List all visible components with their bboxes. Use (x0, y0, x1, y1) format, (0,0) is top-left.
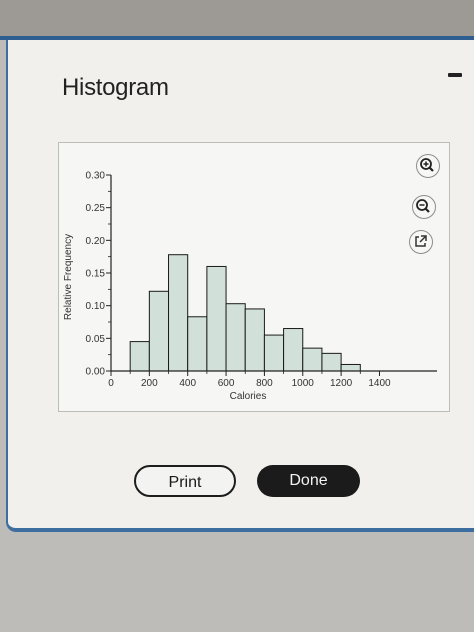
background-top (0, 0, 474, 40)
histogram-bar-9 (283, 328, 304, 372)
zoom-out-icon (416, 199, 430, 213)
histogram-bar-3 (168, 254, 189, 372)
histogram-bar-1 (129, 341, 150, 372)
zoom-out-button[interactable] (412, 195, 436, 219)
y-tick-label-4: 0.20 (86, 236, 106, 247)
x-tick-label-1: 200 (141, 378, 158, 389)
dialog-title: Histogram (62, 74, 169, 101)
histogram-bar-8 (263, 334, 285, 372)
pop-out-icon (415, 235, 427, 247)
y-tick-label-0: 0.00 (86, 367, 106, 378)
histogram-chart: 0.00 0.05 0.10 0.15 0.20 0.25 0.30 0 200 400 600 80… (63, 171, 437, 402)
y-tick-label-2: 0.10 (86, 301, 106, 312)
minimize-button[interactable] (448, 73, 462, 77)
y-axis-label: Relative Frequency (63, 234, 74, 320)
zoom-in-icon (420, 158, 434, 172)
histogram-bar-4 (187, 316, 208, 372)
plot-panel: 0.00 0.05 0.10 0.15 0.20 0.25 0.30 0 200 400 600 80… (58, 142, 450, 412)
x-tick-label-4: 800 (256, 378, 273, 389)
zoom-in-button[interactable] (416, 154, 440, 178)
histogram-bar-12 (340, 363, 361, 372)
histogram-bar-7 (244, 308, 265, 372)
y-tick-label-3: 0.15 (86, 269, 106, 280)
histogram-bar-6 (225, 303, 246, 372)
y-tick-label-5: 0.25 (86, 203, 106, 214)
histogram-bar-5 (206, 265, 227, 372)
x-tick-label-3: 600 (218, 378, 235, 389)
histogram-bar-10 (302, 347, 323, 372)
x-axis-label: Calories (230, 391, 267, 402)
pop-out-button[interactable] (409, 230, 433, 254)
x-tick-label-6: 1200 (330, 378, 353, 389)
x-tick-label-2: 400 (179, 378, 196, 389)
histogram-bar-11 (321, 352, 342, 372)
x-tick-label-7: 1400 (368, 378, 391, 389)
y-tick-label-6: 0.30 (86, 171, 106, 182)
histogram-bar-2 (148, 290, 170, 372)
print-button[interactable]: Print (134, 465, 236, 497)
x-tick-label-5: 1000 (292, 378, 315, 389)
y-tick-label-1: 0.05 (86, 334, 106, 345)
done-button[interactable]: Done (257, 465, 360, 497)
x-tick-label-0: 0 (108, 378, 114, 389)
